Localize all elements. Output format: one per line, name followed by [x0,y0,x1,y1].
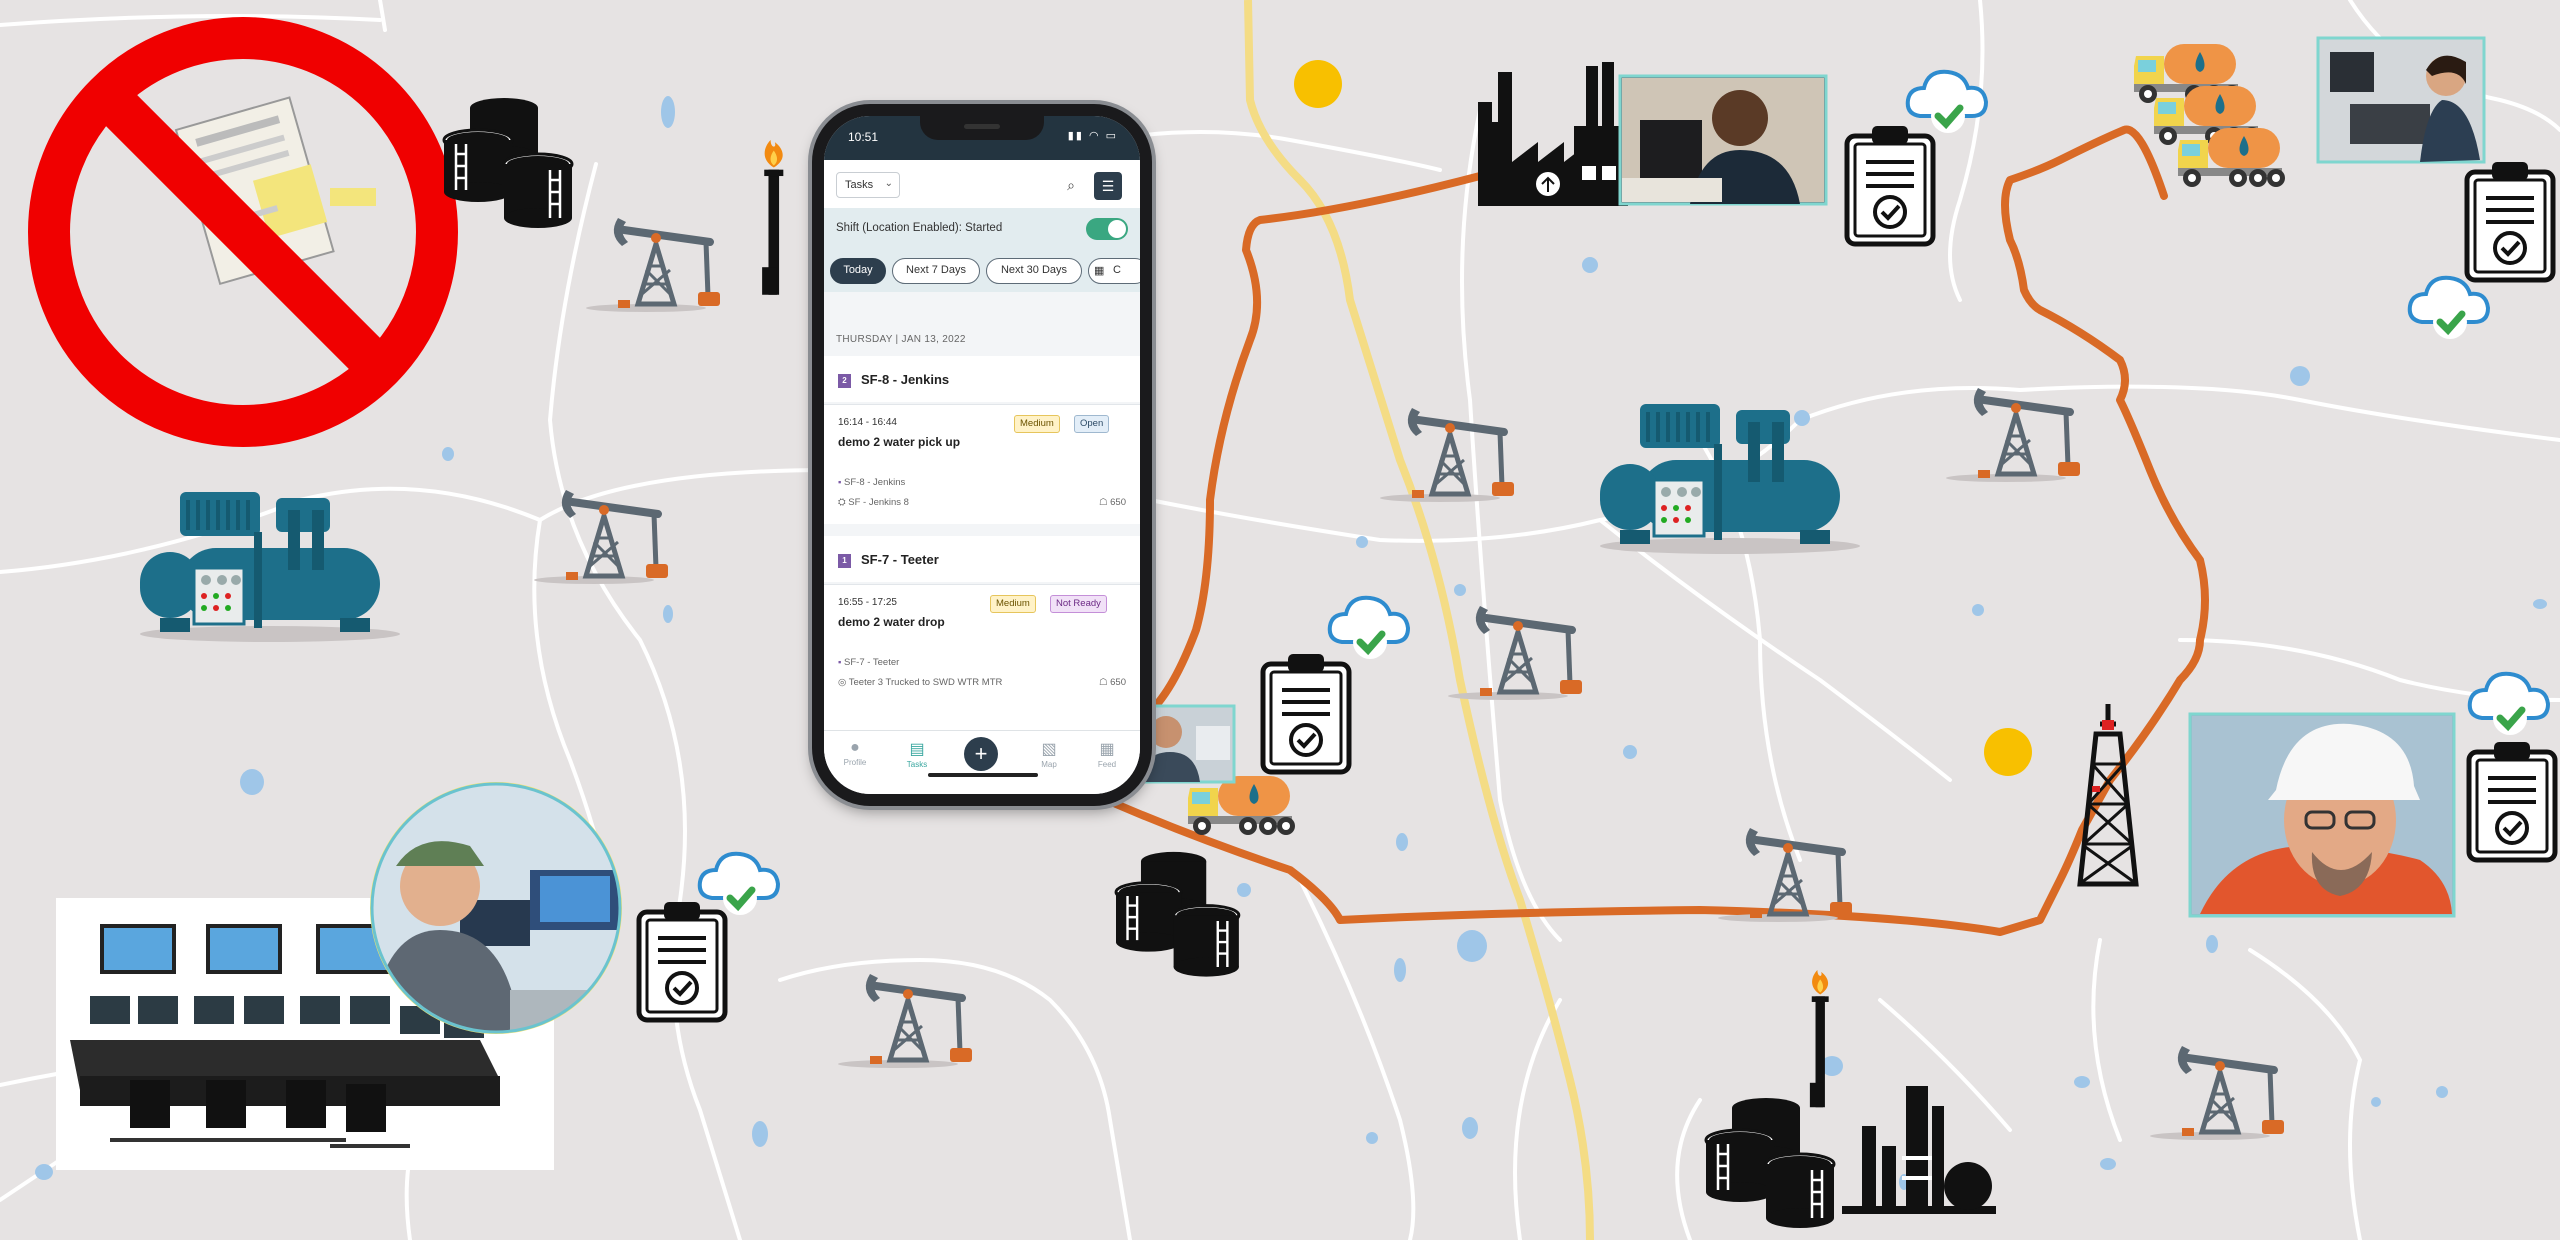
nav-map[interactable]: ▧ Map [1024,739,1074,769]
storage-tanks-icon [1704,1096,1836,1230]
phone-screen: 10:51 ▮▮ ◠ ▭ Tasks ⌄ ⌕ ☰ Shift (Location… [824,116,1140,794]
task-quantity: ☖ 650 [1098,497,1126,508]
compressor-icon [138,490,402,644]
home-indicator [928,773,1038,777]
chip-next-30-days[interactable]: Next 30 Days [986,258,1082,284]
map-scene [0,0,2560,1240]
signal-wifi-battery-icon: ▮▮ ◠ ▭ [1067,130,1118,142]
task-time: 16:55 - 17:25 [838,597,897,608]
pumpjack-icon [534,490,668,584]
task-card[interactable]: 16:55 - 17:25 Medium Not Ready demo 2 wa… [824,584,1140,730]
chip-today[interactable]: Today [830,258,886,284]
cloud-check-icon [2470,674,2548,735]
priority-badge: Medium [1014,415,1060,433]
task-title: demo 2 water pick up [838,435,961,449]
view-select-value: Tasks [845,179,874,191]
clipboard-check-icon [1847,126,1933,244]
phone-notch [920,116,1044,140]
chevron-down-icon: ⌄ [884,178,893,189]
cloud-check-icon [700,854,778,915]
pumpjack-icon [1448,606,1582,700]
date-range-chips: Today Next 7 Days Next 30 Days C ▦ [824,248,1140,292]
site-count-badge: 2 [838,373,851,388]
task-site: ▪ SF-7 - Teeter [838,657,900,668]
task-time: 16:14 - 16:44 [838,417,897,428]
factory-icon [1478,62,1628,206]
map-icon: ▧ [1041,741,1057,758]
nav-profile[interactable]: ● Profile [830,739,880,767]
chip-next-7-days[interactable]: Next 7 Days [892,258,980,284]
cloud-check-icon [1330,598,1408,659]
site-count-badge: 1 [838,553,851,568]
site-group-header[interactable]: 2 SF-8 - Jenkins [824,356,1140,402]
feed-icon: ▦ [1099,741,1115,758]
site-name: SF-8 - Jenkins [861,372,950,387]
task-location: ⛭ SF - Jenkins 8 [838,497,909,508]
task-location: ◎ Teeter 3 Trucked to SWD WTR MTR [838,677,1003,688]
prohibited-paper-icon [28,17,458,447]
nav-feed[interactable]: ▦ Feed [1082,739,1132,769]
status-badge: Not Ready [1050,595,1107,613]
pumpjack-icon [2150,1046,2284,1140]
phone-device: 10:51 ▮▮ ◠ ▭ Tasks ⌄ ⌕ ☰ Shift (Location… [812,104,1152,806]
dispatcher-photo [2316,36,2486,164]
storage-tanks-icon [442,96,574,230]
task-card[interactable]: 16:14 - 16:44 Medium Open demo 2 water p… [824,404,1140,524]
nav-tasks[interactable]: ▤ Tasks [892,739,942,769]
location-dot-icon [1294,60,1342,108]
cloud-check-icon [1908,72,1986,133]
cloud-check-icon [2410,278,2488,339]
person-icon: ● [850,739,860,756]
clipboard-check-icon [639,902,725,1020]
shift-status-label: Shift (Location Enabled): Started [836,222,1003,234]
site-group-header[interactable]: 1 SF-7 - Teeter [824,536,1140,582]
office-worker-photo [1618,74,1828,206]
priority-badge: Medium [990,595,1036,613]
clipboard-check-icon [2467,162,2553,280]
search-icon[interactable]: ⌕ [1058,172,1084,198]
location-dot-icon [1984,728,2032,776]
shift-bar: Shift (Location Enabled): Started [824,208,1140,248]
field-engineer-photo [2188,712,2456,918]
pumpjack-icon [838,974,972,1068]
add-button[interactable]: + [964,737,998,771]
view-select[interactable]: Tasks ⌄ [836,172,900,198]
status-time: 10:51 [848,130,879,144]
pumpjack-icon [586,218,720,312]
flare-stack-icon [1809,970,1829,1108]
storage-tanks-icon [1114,850,1241,979]
task-site: ▪ SF-8 - Jenkins [838,477,906,488]
site-name: SF-7 - Teeter [861,552,939,567]
status-badge: Open [1074,415,1110,433]
task-title: demo 2 water drop [838,615,945,629]
clipboard-check-icon [2469,742,2555,860]
task-quantity: ☖ 650 [1098,677,1126,688]
bottom-nav: ● Profile ▤ Tasks + ▧ Map ▦ Feed [824,730,1140,794]
filter-button[interactable]: ☰ [1094,172,1122,200]
compressor-icon [1598,402,1862,556]
shift-toggle[interactable] [1086,218,1128,240]
drilling-rig-icon [2080,704,2136,884]
date-header: THURSDAY | JAN 13, 2022 [836,334,966,345]
refinery-icon [1842,1086,1996,1214]
calendar-icon: ▦ [1094,265,1105,277]
clipboard-icon: ▤ [909,741,925,758]
clipboard-check-icon [1263,654,1349,772]
pumpjack-icon [1946,388,2080,482]
flare-stack-icon [762,140,784,295]
app-header: Tasks ⌄ ⌕ ☰ [824,160,1140,208]
